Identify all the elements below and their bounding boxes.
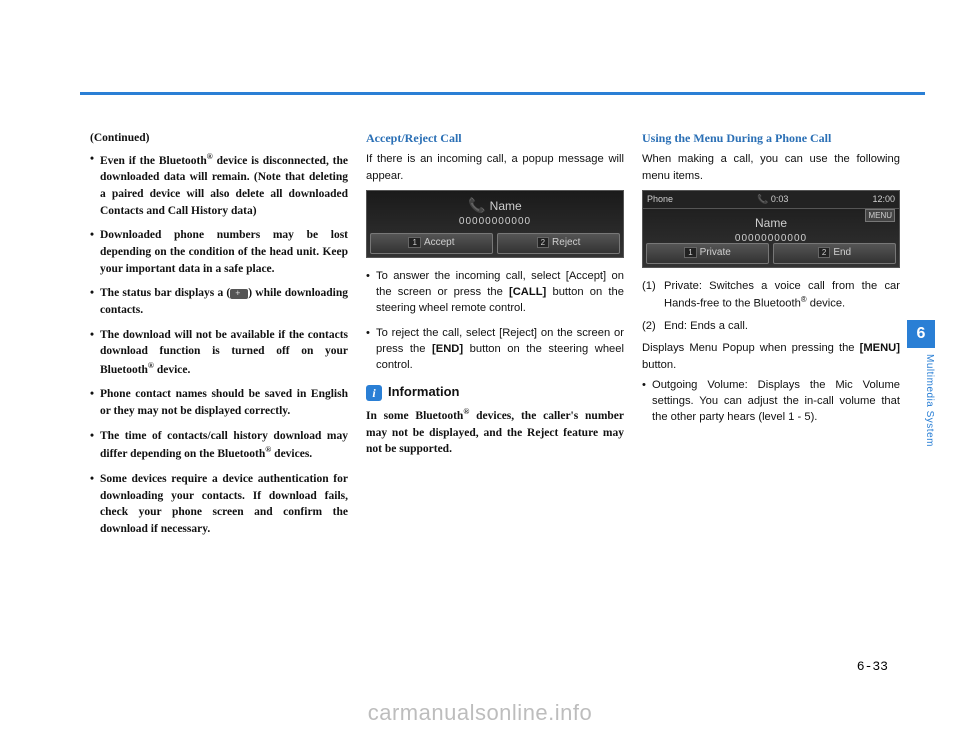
caller-number: 00000000000: [367, 215, 623, 230]
bullet-list-1: Even if the Bluetooth® device is disconn…: [90, 151, 348, 538]
column-2: Accept/Reject Call If there is an incomi…: [366, 130, 624, 682]
caller-name: Name: [490, 199, 522, 213]
clock: 12:00: [872, 193, 895, 206]
menu-popup-text: Displays Menu Popup when pressing the [M…: [642, 340, 900, 372]
page-number: 6-33: [857, 659, 888, 674]
bullet-item: The time of contacts/call history downlo…: [90, 428, 348, 463]
intro-text: When making a call, you can use the foll…: [642, 151, 900, 183]
text: devices.: [271, 448, 312, 460]
info-body: In some Bluetooth® devices, the caller's…: [366, 406, 624, 458]
text: device.: [154, 364, 190, 376]
intro-text: If there is an incoming call, a popup me…: [366, 151, 624, 183]
numbered-list: (1)Private: Switches a voice call from t…: [642, 278, 900, 334]
text: Even if the Bluetooth: [100, 155, 207, 167]
sidebar-tab: 6 Multimedia System: [907, 320, 935, 500]
caller-name: Name: [643, 215, 899, 232]
incoming-call-screenshot: 📞 Name 00000000000 1Accept 2Reject: [366, 190, 624, 258]
info-icon: i: [366, 385, 382, 401]
call-timer: 0:03: [771, 194, 789, 204]
download-icon: [230, 289, 248, 299]
page-content: (Continued) Even if the Bluetooth® devic…: [90, 130, 900, 682]
heading-accept-reject: Accept/Reject Call: [366, 130, 624, 147]
reject-softkey: 2Reject: [497, 233, 620, 254]
top-rule: [80, 92, 925, 95]
bullet-item: The status bar displays a () while downl…: [90, 285, 348, 318]
watermark: carmanualsonline.info: [0, 700, 960, 726]
chapter-label: Multimedia System: [907, 354, 935, 447]
call-button-ref: [CALL]: [509, 286, 546, 298]
bullet-item: Some devices require a device authentica…: [90, 471, 348, 538]
in-call-screenshot: Phone 📞 0:03 12:00 MENU Name 00000000000…: [642, 190, 900, 268]
heading-menu-call: Using the Menu During a Phone Call: [642, 130, 900, 147]
end-softkey: 2End: [773, 243, 896, 264]
list-item: (2)End: Ends a call.: [642, 318, 900, 334]
private-softkey: 1Private: [646, 243, 769, 264]
list-item: Outgoing Volume: Displays the Mic Volume…: [642, 377, 900, 426]
info-label: Information: [388, 383, 460, 402]
bullet-item: Downloaded phone numbers may be lost dep…: [90, 227, 348, 277]
menu-button-ref: [MENU]: [860, 342, 900, 354]
bullet-item: Even if the Bluetooth® device is disconn…: [90, 151, 348, 220]
continued-label: (Continued): [90, 130, 348, 147]
column-1: (Continued) Even if the Bluetooth® devic…: [90, 130, 348, 682]
text: The status bar displays a (: [100, 287, 230, 299]
list-item: To answer the incoming call, select [Acc…: [366, 268, 624, 317]
outgoing-volume-list: Outgoing Volume: Displays the Mic Volume…: [642, 377, 900, 426]
column-3: Using the Menu During a Phone Call When …: [642, 130, 900, 682]
bullet-item: Phone contact names should be saved in E…: [90, 386, 348, 419]
end-button-ref: [END]: [432, 343, 463, 355]
text: The download will not be available if th…: [100, 329, 348, 376]
chapter-number: 6: [907, 320, 935, 348]
info-heading: i Information: [366, 383, 624, 402]
instruction-list: To answer the incoming call, select [Acc…: [366, 268, 624, 373]
hdr-phone: Phone: [647, 193, 673, 206]
bullet-item: The download will not be available if th…: [90, 327, 348, 379]
accept-softkey: 1Accept: [370, 233, 493, 254]
list-item: To reject the call, select [Reject] on t…: [366, 325, 624, 374]
list-item: (1)Private: Switches a voice call from t…: [642, 278, 900, 312]
